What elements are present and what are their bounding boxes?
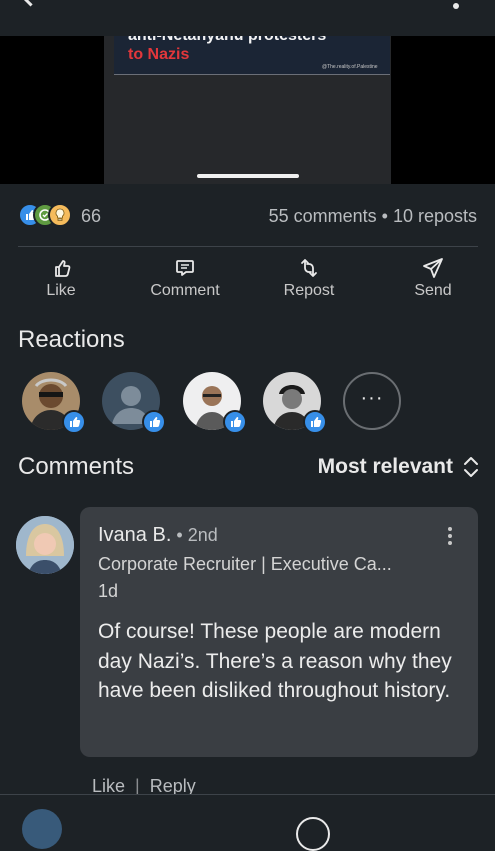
video-headline-line1: anti-Netanyahu protesters [128,36,326,45]
like-label: Like [46,282,76,299]
comment-timestamp: 1d [98,581,119,601]
reactor-avatar[interactable] [183,372,247,434]
reaction-icons[interactable] [18,203,78,227]
like-badge-icon [223,410,247,434]
comment-options-icon[interactable] [448,527,452,547]
reactor-avatar[interactable] [22,372,86,434]
commenter-headline: Corporate Recruiter | Executive Ca... [98,554,392,574]
comment-like-button[interactable]: Like [92,776,125,796]
comment-action-separator: | [135,776,140,796]
like-badge-icon [142,410,166,434]
home-indicator [197,174,299,178]
video-divider [114,74,390,75]
reactor-avatar[interactable] [102,372,166,434]
send-icon [423,258,443,278]
like-badge-icon [62,410,86,434]
comment-composer-bar [0,795,495,851]
video-watermark: @The.reality.of.Palestine [322,64,378,70]
commenter-name[interactable]: Ivana B. [98,524,171,546]
repost-label: Repost [283,282,335,299]
like-button[interactable]: Like [13,256,109,300]
sort-comments-dropdown[interactable]: Most relevant [318,455,479,479]
comments-reposts-count[interactable]: 55 comments • 10 reposts [269,206,477,227]
insightful-reaction-icon [48,203,72,227]
back-arrow-icon[interactable] [18,0,43,7]
more-options-icon[interactable] [453,3,459,9]
comment-icon [176,260,194,276]
more-reactions-label: ··· [360,387,384,410]
reactions-avatars: ··· [22,372,482,436]
reactor-avatar[interactable] [263,372,327,434]
thumbs-up-icon [55,260,71,277]
post-actions: Like Comment Repost Send [0,256,495,306]
send-button[interactable]: Send [385,256,481,300]
video-headline-banner: anti-Netanyahu protesters to Nazis @The.… [114,36,390,74]
video-headline-line2: to Nazis [128,46,190,63]
my-avatar [22,809,62,849]
repost-button[interactable]: Repost [261,256,357,300]
repost-icon [301,259,317,277]
comments-heading: Comments [18,453,135,480]
stats-divider [18,246,478,247]
reaction-count[interactable]: 66 [81,206,101,227]
reactions-heading: Reactions [18,326,125,353]
comment-text: Of course! These people are modern day N… [98,620,452,702]
comment-button[interactable]: Comment [137,256,233,300]
comment-reply-button[interactable]: Reply [150,776,196,796]
like-badge-icon [303,410,327,434]
connection-degree: • 2nd [171,525,218,545]
send-label: Send [414,282,452,299]
comment-bubble: Ivana B. • 2nd Corporate Recruiter | Exe… [80,507,478,757]
post-stats: 66 55 comments • 10 reposts [0,200,495,232]
video-frame: anti-Netanyahu protesters to Nazis @The.… [104,36,391,184]
top-bar [0,0,495,36]
comment-label: Comment [150,282,220,299]
composer-icon[interactable] [296,817,330,851]
sort-chevrons-icon [464,457,478,478]
post-video[interactable]: anti-Netanyahu protesters to Nazis @The.… [0,36,495,184]
commenter-name-row: Ivana B. • 2nd [98,524,218,547]
sort-label: Most relevant [317,455,453,478]
more-reactions-button[interactable]: ··· [343,372,401,430]
commenter-avatar[interactable] [16,516,74,574]
